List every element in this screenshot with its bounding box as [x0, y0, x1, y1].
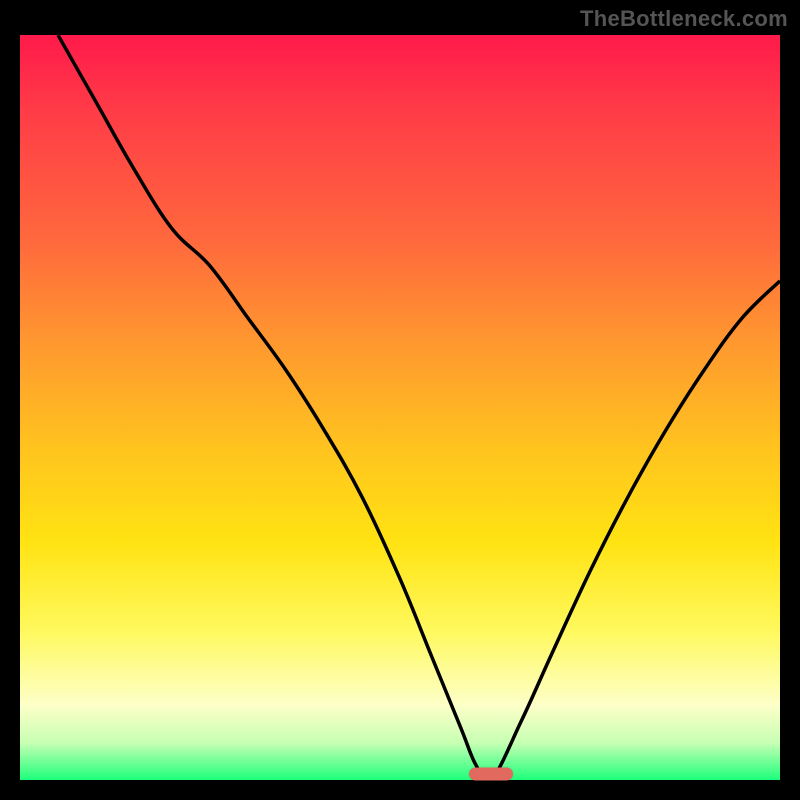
plot-area [20, 35, 780, 780]
watermark-text: TheBottleneck.com [580, 6, 788, 32]
chart-frame: TheBottleneck.com [0, 0, 800, 800]
optimum-marker [469, 768, 513, 781]
curve-path [58, 35, 780, 780]
bottleneck-curve [20, 35, 780, 780]
